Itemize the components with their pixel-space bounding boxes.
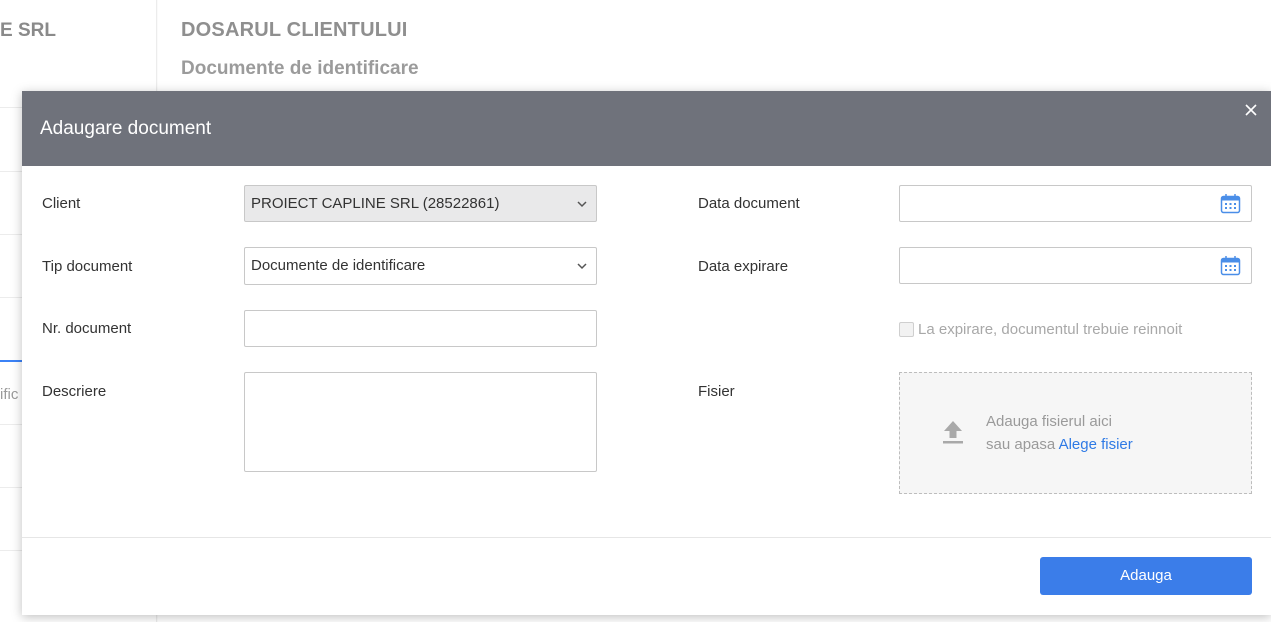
modal-footer-divider	[22, 537, 1271, 538]
sidebar-item-label: ific	[0, 386, 19, 403]
nr-document-label: Nr. document	[42, 320, 132, 337]
client-select[interactable]: PROIECT CAPLINE SRL (28522861)	[244, 185, 597, 222]
fisier-label: Fisier	[698, 383, 735, 400]
add-button[interactable]: Adauga	[1040, 557, 1252, 595]
chevron-down-icon	[577, 201, 587, 208]
chevron-down-icon	[577, 263, 587, 270]
sidebar-active-indicator	[0, 360, 22, 362]
upload-icon	[943, 421, 963, 444]
choose-file-link[interactable]: Alege fisier	[1059, 436, 1133, 453]
nr-document-input[interactable]	[244, 310, 597, 347]
reinnoire-checkbox[interactable]	[899, 322, 914, 337]
close-icon	[1245, 104, 1257, 116]
data-document-label: Data document	[698, 195, 800, 212]
reinnoire-checkbox-row: La expirare, documentul trebuie reinnoit	[899, 321, 1182, 338]
modal-title: Adaugare document	[40, 118, 212, 139]
client-select-value: PROIECT CAPLINE SRL (28522861)	[251, 195, 500, 212]
reinnoire-checkbox-label: La expirare, documentul trebuie reinnoit	[918, 321, 1183, 338]
data-expirare-input[interactable]	[899, 247, 1252, 284]
dropzone-text: Adauga fisierul aici	[986, 413, 1112, 430]
file-dropzone[interactable]: Adauga fisierul aici sau apasa Alege fis…	[899, 372, 1252, 494]
sidebar-company-name: E SRL	[0, 20, 56, 41]
data-expirare-label: Data expirare	[698, 258, 789, 275]
modal-header: Adaugare document	[22, 91, 1271, 166]
close-button[interactable]	[1241, 100, 1261, 120]
calendar-icon[interactable]	[1220, 193, 1241, 214]
dropzone-subtext: sau apasa Alege fisier	[986, 436, 1133, 453]
client-label: Client	[42, 195, 81, 212]
add-document-modal: Adaugare document Client PROIECT CAPLINE…	[22, 91, 1271, 615]
data-document-input[interactable]	[899, 185, 1252, 222]
page-title: DOSARUL CLIENTULUI	[181, 19, 408, 41]
tip-document-select-value: Documente de identificare	[251, 257, 426, 274]
tip-document-label: Tip document	[42, 258, 133, 275]
descriere-textarea[interactable]	[244, 372, 597, 472]
page-subtitle: Documente de identificare	[181, 58, 419, 79]
descriere-label: Descriere	[42, 383, 107, 400]
dropzone-prefix: sau apasa	[986, 436, 1059, 453]
tip-document-select[interactable]: Documente de identificare	[244, 247, 597, 285]
calendar-icon[interactable]	[1220, 255, 1241, 276]
